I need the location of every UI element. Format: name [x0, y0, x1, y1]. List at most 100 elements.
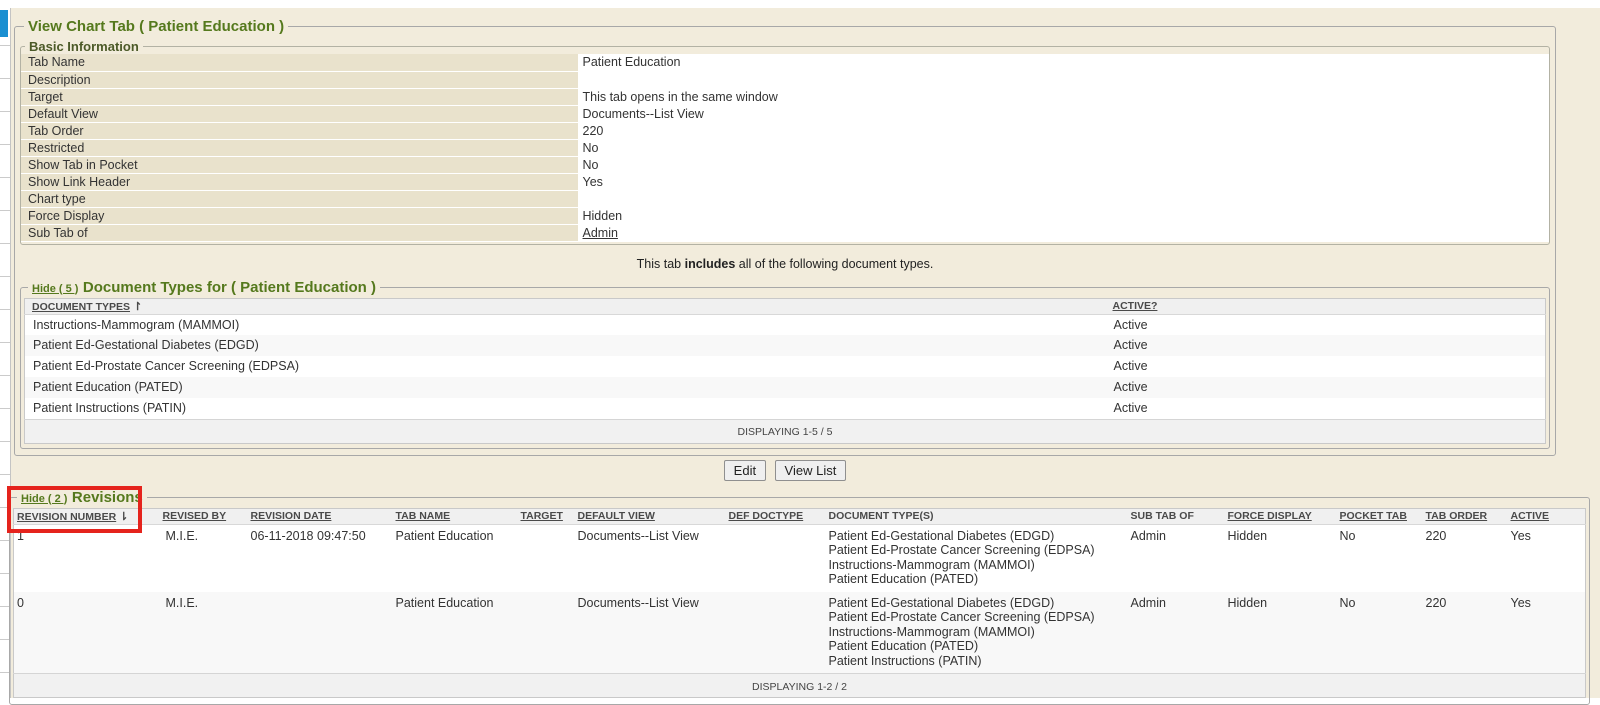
info-value: Documents--List View: [578, 105, 1549, 122]
document-type-item: Patient Ed-Prostate Cancer Screening (ED…: [829, 543, 1126, 558]
revision-row: 0 M.I.E. Patient Education Documents--Li…: [14, 592, 1586, 674]
column-label: FORCE DISPLAY: [1228, 510, 1312, 522]
column-def-doctype[interactable]: DEF DOCTYPE: [726, 508, 826, 524]
pocket-tab: No: [1337, 592, 1423, 674]
info-label: Show Tab in Pocket: [21, 156, 578, 173]
revised-by: M.I.E.: [160, 592, 248, 674]
column-force-display[interactable]: FORCE DISPLAY: [1225, 508, 1337, 524]
info-label: Restricted: [21, 139, 578, 156]
document-type-item: Patient Ed-Gestational Diabetes (EDGD): [829, 596, 1126, 611]
column-document-types[interactable]: DOCUMENT TYPES ↾: [25, 298, 1106, 314]
tab-order: 220: [1423, 592, 1508, 674]
page-background: View Chart Tab ( Patient Education ) Bas…: [11, 8, 1600, 698]
info-label: Sub Tab of: [21, 224, 578, 241]
document-type-active: Active: [1106, 377, 1546, 398]
column-tab-order[interactable]: TAB ORDER: [1423, 508, 1508, 524]
info-row: Default View Documents--List View: [21, 105, 1549, 122]
tab-name: Patient Education: [393, 592, 518, 674]
column-label: REVISION DATE: [251, 510, 332, 522]
info-row: Restricted No: [21, 139, 1549, 156]
info-row: Force Display Hidden: [21, 207, 1549, 224]
note-text: all of the following document types.: [735, 257, 933, 271]
note-bold-text: includes: [685, 257, 736, 271]
info-row: Target This tab opens in the same window: [21, 88, 1549, 105]
displaying-count: DISPLAYING 1-5 / 5: [25, 419, 1546, 443]
column-label: ACTIVE?: [1113, 300, 1158, 312]
target: [518, 592, 575, 674]
column-active[interactable]: ACTIVE: [1508, 508, 1586, 524]
target: [518, 524, 575, 592]
document-type-row: Patient Ed-Prostate Cancer Screening (ED…: [25, 356, 1546, 377]
view-list-button[interactable]: View List: [775, 460, 847, 481]
document-type-item: Patient Education (PATED): [829, 639, 1126, 654]
document-type-name: Patient Education (PATED): [25, 377, 1106, 398]
displaying-count: DISPLAYING 1-2 / 2: [14, 674, 1586, 698]
info-row: Show Tab in Pocket No: [21, 156, 1549, 173]
column-label: TAB NAME: [396, 510, 451, 522]
column-label: SUB TAB OF: [1131, 510, 1194, 522]
revised-by: M.I.E.: [160, 524, 248, 592]
info-row: Tab Name Patient Education: [21, 54, 1549, 71]
sub-tab-of-link[interactable]: Admin: [583, 226, 618, 240]
column-target[interactable]: TARGET: [518, 508, 575, 524]
revision-number: 1: [14, 524, 160, 592]
column-label: POCKET TAB: [1340, 510, 1407, 522]
column-active[interactable]: ACTIVE?: [1106, 298, 1546, 314]
document-type-active: Active: [1106, 314, 1546, 335]
column-default-view[interactable]: DEFAULT VIEW: [575, 508, 726, 524]
info-label: Description: [21, 71, 578, 88]
def-doctype: [726, 592, 826, 674]
sort-ascending-icon: ↾: [133, 301, 142, 313]
page-title: View Chart Tab ( Patient Education ): [24, 18, 288, 35]
info-row: Show Link Header Yes: [21, 173, 1549, 190]
document-types-list: Patient Ed-Gestational Diabetes (EDGD) P…: [826, 524, 1128, 592]
revision-date: 06-11-2018 09:47:50: [248, 524, 393, 592]
info-value: Admin: [578, 224, 1549, 241]
selected-row-indicator: [0, 10, 8, 37]
info-value: No: [578, 139, 1549, 156]
column-label: ACTIVE: [1511, 510, 1550, 522]
note-text: This tab: [637, 257, 685, 271]
column-revision-date[interactable]: REVISION DATE: [248, 508, 393, 524]
document-types-table: DOCUMENT TYPES ↾ ACTIVE? Instructions-Ma…: [24, 298, 1546, 444]
column-label: TARGET: [521, 510, 563, 522]
info-value: Yes: [578, 173, 1549, 190]
revisions-section: Hide ( 2 ) Revisions REVISION NUMBER ⇂ R…: [9, 489, 1590, 705]
revision-row: 1 M.I.E. 06-11-2018 09:47:50 Patient Edu…: [14, 524, 1586, 592]
top-strip: [0, 0, 1600, 8]
info-row: Tab Order 220: [21, 122, 1549, 139]
document-types-legend: Hide ( 5 ) Document Types for ( Patient …: [28, 279, 380, 297]
document-type-item: Patient Ed-Gestational Diabetes (EDGD): [829, 529, 1126, 544]
document-type-item: Patient Education (PATED): [829, 572, 1126, 587]
def-doctype: [726, 524, 826, 592]
column-label: REVISED BY: [163, 510, 227, 522]
document-type-active: Active: [1106, 356, 1546, 377]
document-types-header-row: DOCUMENT TYPES ↾ ACTIVE?: [25, 298, 1546, 314]
column-label: TAB ORDER: [1426, 510, 1488, 522]
revisions-header-row: REVISION NUMBER ⇂ REVISED BY REVISION DA…: [14, 508, 1586, 524]
document-type-name: Patient Ed-Prostate Cancer Screening (ED…: [25, 356, 1106, 377]
info-row: Sub Tab of Admin: [21, 224, 1549, 241]
column-tab-name[interactable]: TAB NAME: [393, 508, 518, 524]
revision-date: [248, 592, 393, 674]
document-type-item: Patient Ed-Prostate Cancer Screening (ED…: [829, 610, 1126, 625]
includes-note: This tab includes all of the following d…: [20, 257, 1550, 271]
info-value: [578, 71, 1549, 88]
default-view: Documents--List View: [575, 592, 726, 674]
document-type-name: Patient Instructions (PATIN): [25, 398, 1106, 419]
info-row: Chart type: [21, 190, 1549, 207]
sub-tab-of: Admin: [1128, 592, 1225, 674]
info-value: 220: [578, 122, 1549, 139]
column-revised-by[interactable]: REVISED BY: [160, 508, 248, 524]
tab-order: 220: [1423, 524, 1508, 592]
document-type-item: Patient Instructions (PATIN): [829, 654, 1126, 669]
force-display: Hidden: [1225, 524, 1337, 592]
info-label: Default View: [21, 105, 578, 122]
info-value: This tab opens in the same window: [578, 88, 1549, 105]
column-pocket-tab[interactable]: POCKET TAB: [1337, 508, 1423, 524]
info-value: Hidden: [578, 207, 1549, 224]
edit-button[interactable]: Edit: [724, 460, 766, 481]
info-label: Force Display: [21, 207, 578, 224]
document-type-name: Patient Ed-Gestational Diabetes (EDGD): [25, 335, 1106, 356]
hide-document-types-link[interactable]: Hide ( 5 ): [32, 283, 78, 295]
